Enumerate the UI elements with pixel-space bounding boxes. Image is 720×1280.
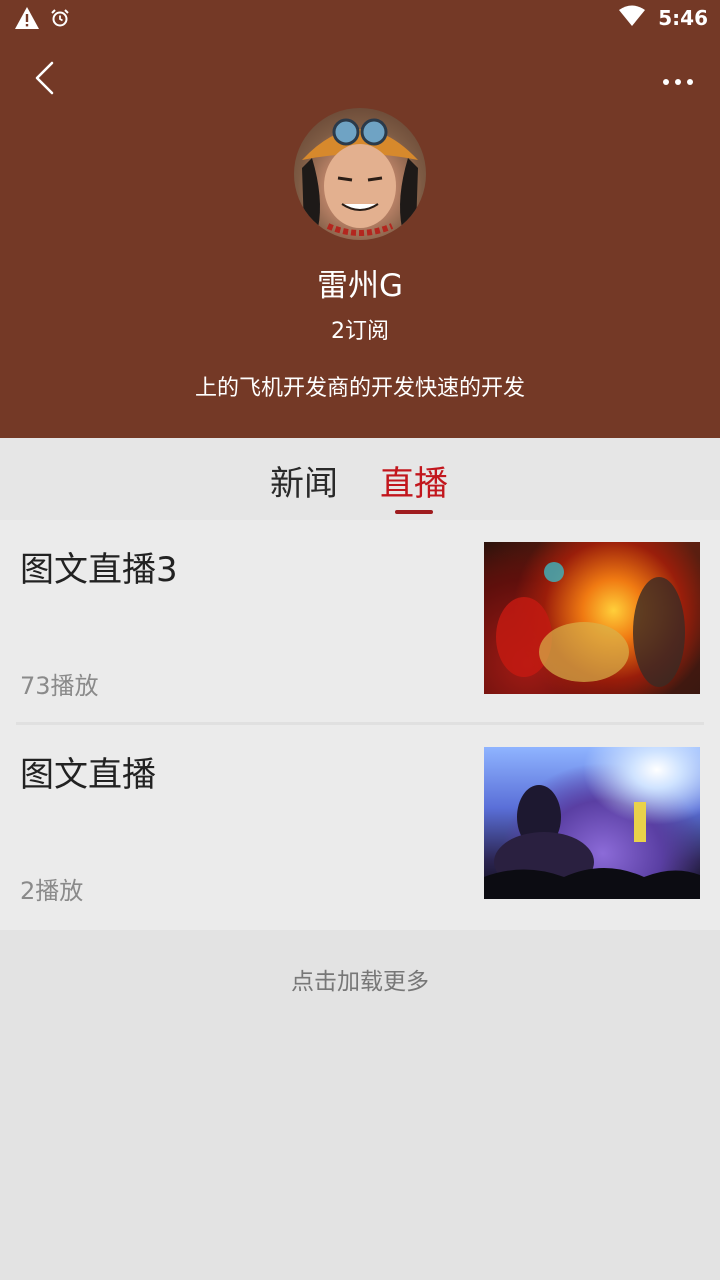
list-item[interactable]: 图文直播3 73播放 xyxy=(0,520,720,725)
wifi-icon xyxy=(618,5,646,31)
item-play-count: 73播放 xyxy=(20,672,99,700)
tab-news[interactable]: 新闻 xyxy=(270,456,338,505)
item-title: 图文直播 xyxy=(20,755,156,795)
load-more-button[interactable]: 点击加载更多 xyxy=(0,962,720,996)
tab-indicator xyxy=(395,510,433,514)
status-left xyxy=(14,6,70,34)
more-dots-icon xyxy=(662,71,694,90)
bio-text: 上的飞机开发商的开发快速的开发 xyxy=(194,376,525,401)
alarm-icon xyxy=(50,8,70,32)
username: 雷州G xyxy=(316,268,404,304)
profile-header: 5:46 雷州G 2订阅 上的飞机开发商的开发快速的开发 xyxy=(0,0,720,438)
item-title: 图文直播3 xyxy=(20,550,178,590)
item-play-count: 2播放 xyxy=(20,877,84,905)
subscription-count: 2订阅 xyxy=(331,319,389,344)
tab-live[interactable]: 直播 xyxy=(380,456,448,505)
list-item[interactable]: 图文直播 2播放 xyxy=(0,725,720,930)
status-time: 5:46 xyxy=(658,6,708,30)
status-bar: 5:46 xyxy=(0,0,720,36)
avatar[interactable] xyxy=(294,108,426,240)
item-thumbnail xyxy=(484,542,700,694)
status-right: 5:46 xyxy=(618,5,708,31)
item-thumbnail xyxy=(484,747,700,899)
back-button[interactable] xyxy=(22,58,66,102)
tab-bar: 新闻 直播 xyxy=(0,438,720,520)
warning-icon xyxy=(14,6,40,34)
chevron-left-icon xyxy=(32,60,56,100)
more-button[interactable] xyxy=(656,58,700,102)
